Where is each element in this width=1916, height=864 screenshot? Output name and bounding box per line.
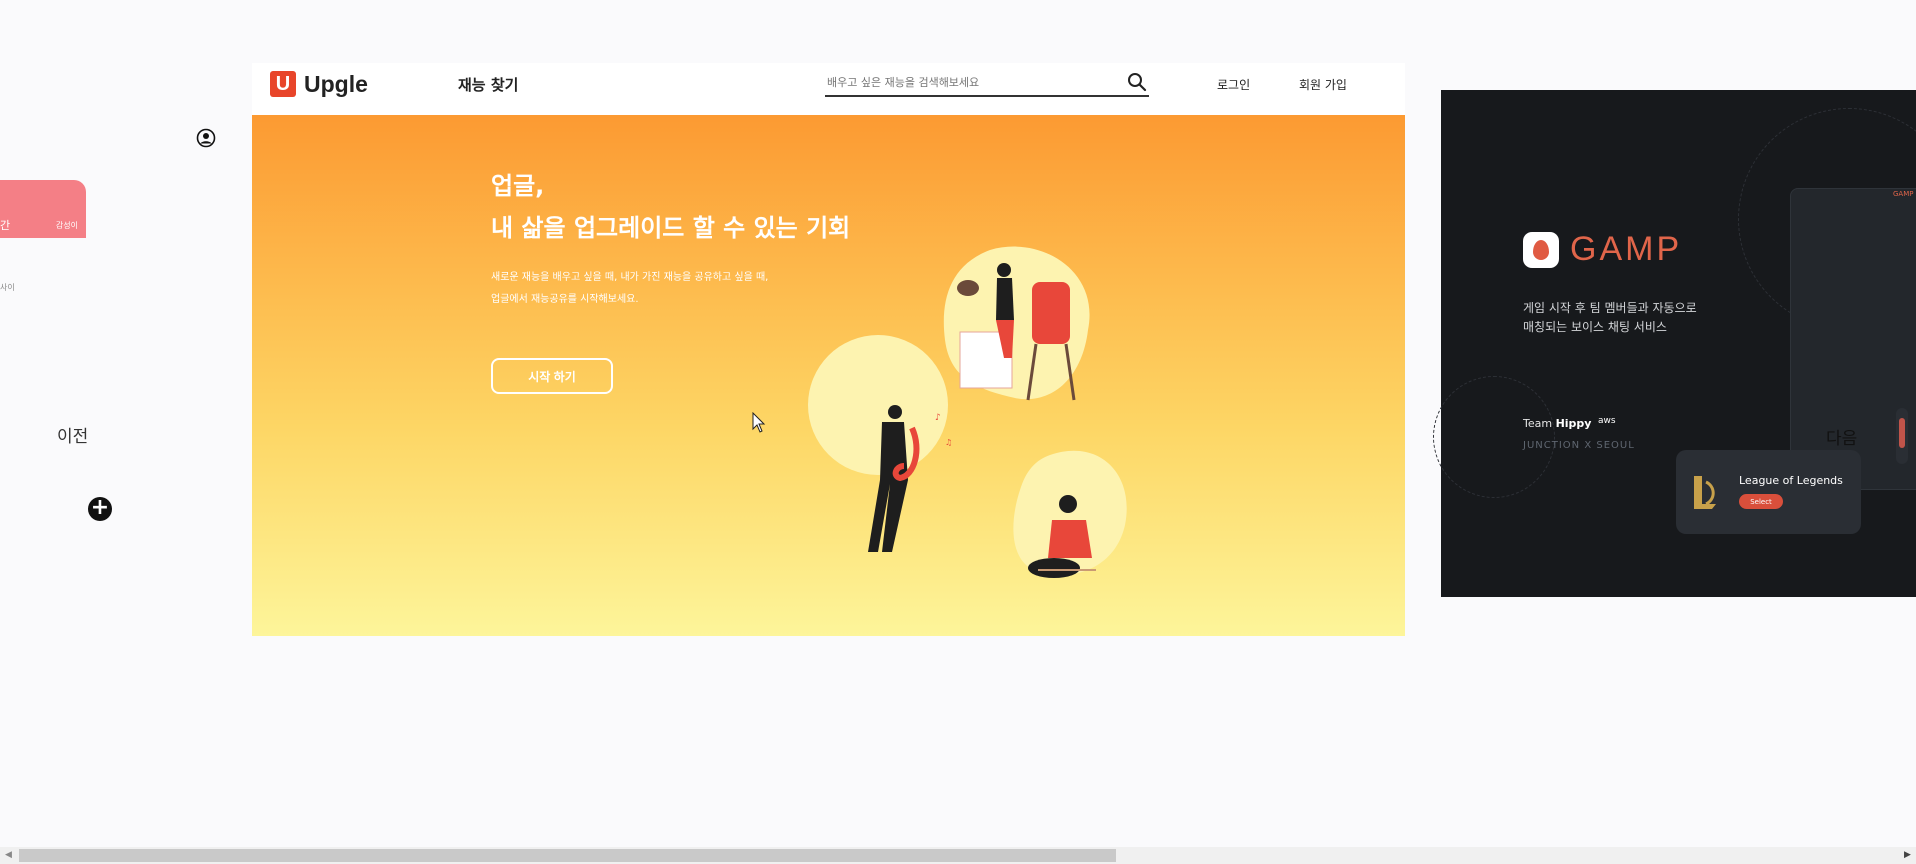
aws-logo: aws [1598, 416, 1616, 426]
gamp-description-line2: 매칭되는 보이스 채팅 서비스 [1523, 320, 1667, 334]
search-bar [825, 70, 1149, 97]
team-credit: Team Hippy [1523, 417, 1591, 430]
game-name: League of Legends [1739, 474, 1843, 487]
hero-title-line2: 내 삶을 업그레이드 할 수 있는 기회 [491, 214, 851, 242]
user-icon[interactable] [196, 128, 216, 148]
search-icon[interactable] [1127, 72, 1147, 92]
volume-slider-fill [1899, 418, 1905, 448]
mouse-cursor-icon [752, 412, 766, 433]
hero-subtitle: 새로운 재능을 배우고 싶을 때, 내가 가진 재능을 공유하고 싶을 때, [491, 272, 769, 283]
device-mockup-label: GAMP [1893, 190, 1914, 198]
upgle-logo-text[interactable]: Upgle [304, 71, 368, 98]
start-button[interactable]: 시작 하기 [491, 358, 613, 394]
hero-illustration: ♪ ♫ [808, 246, 1127, 578]
gamp-description: 게임 시작 후 팀 멤버들과 자동으로 [1523, 301, 1697, 315]
select-button[interactable]: Select [1739, 494, 1783, 509]
team-name: Hippy [1555, 417, 1592, 430]
nav-find-talent[interactable]: 재능 찾기 [458, 74, 518, 95]
scroll-right-arrow-icon[interactable]: ▶ [1904, 850, 1911, 860]
svg-text:♪: ♪ [935, 413, 941, 423]
nav-signup[interactable]: 회원 가입 [1299, 76, 1347, 93]
search-input[interactable] [825, 70, 1119, 94]
scroll-left-arrow-icon[interactable]: ◀ [5, 850, 12, 860]
nav-login[interactable]: 로그인 [1217, 76, 1250, 93]
next-button[interactable]: 다음 [1826, 424, 1857, 449]
previous-card-text: 간 [0, 219, 11, 232]
junction-seoul-logo: JUNCTION X SEOUL [1523, 440, 1635, 451]
previous-card-tag: 감성이 [55, 221, 78, 230]
add-button[interactable]: + [88, 497, 112, 521]
svg-text:♫: ♫ [945, 438, 952, 447]
upgle-logo-icon[interactable]: U [270, 71, 296, 97]
league-of-legends-icon [1694, 476, 1716, 509]
gamp-wordmark: GAMP [1570, 230, 1683, 268]
scrollbar-thumb[interactable] [19, 849, 1116, 862]
team-prefix: Team [1523, 417, 1556, 430]
hero-title: 업글, [491, 172, 545, 200]
gamp-flame-icon [1533, 240, 1549, 260]
decorative-circle [1433, 376, 1555, 498]
hero-subtitle-line2: 업글에서 재능공유를 시작해보세요. [491, 294, 639, 305]
previous-slide-card[interactable]: 간 감성이 [0, 180, 86, 238]
previous-button[interactable]: 이전 [57, 422, 88, 447]
previous-card-snippet: 사이 [0, 283, 15, 292]
